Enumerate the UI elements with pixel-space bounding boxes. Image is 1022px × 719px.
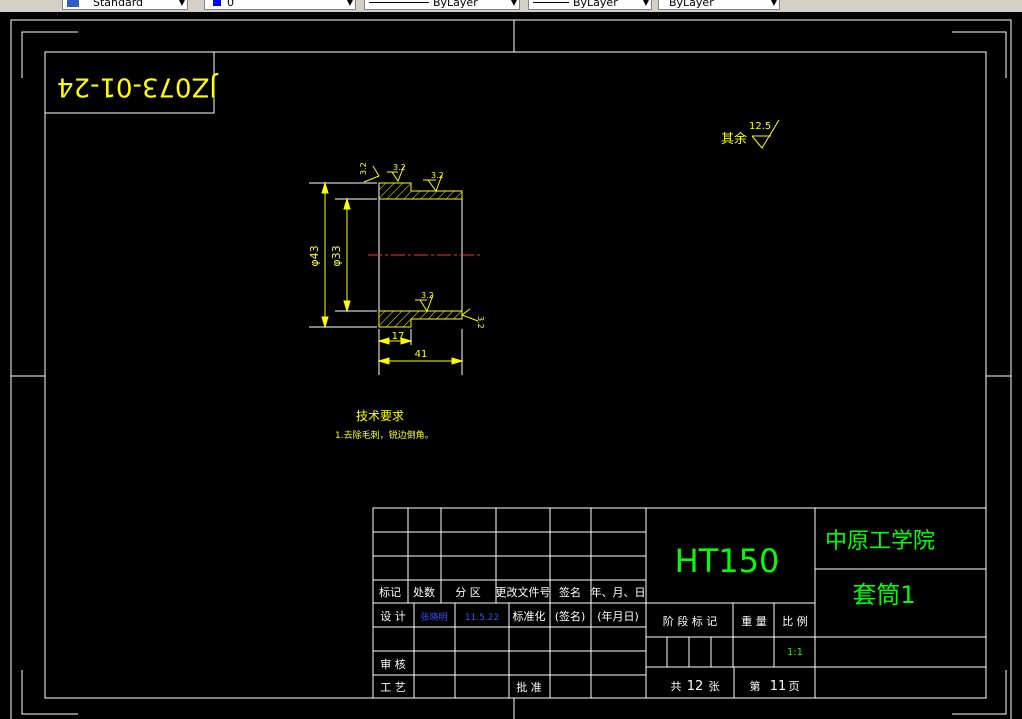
chevron-down-icon: ▼ <box>178 0 185 7</box>
stamp-text: JZ073-01-24 <box>57 72 219 102</box>
layer-color-icon <box>213 0 221 6</box>
roughness-top-right: 3.2 <box>431 171 444 180</box>
part-name: 套筒1 <box>852 581 915 609</box>
color-value: ByLayer <box>433 0 478 9</box>
layer-value: 0 <box>227 0 234 9</box>
hatch-top-wall <box>378 182 463 200</box>
toolbar: Standard ▼ 0 ▼ ByLayer ▼ ByLayer ▼ ByLay… <box>0 0 1022 12</box>
rev-header-mark: 标记 <box>379 585 401 599</box>
dim-outer-diameter: φ43 <box>308 245 321 266</box>
color-dropdown[interactable]: ByLayer ▼ <box>364 0 520 10</box>
linetype-dropdown[interactable]: ByLayer ▼ <box>528 0 652 10</box>
tech-req-title: 技术要求 <box>356 409 404 423</box>
color-swatch-line <box>369 2 429 3</box>
layer-dropdown[interactable]: 0 ▼ <box>204 0 356 10</box>
title-block-text: 标记 处数 分 区 更改文件号 签名 年、月、日 设 计 张晓明 11.5.22… <box>379 529 935 694</box>
page-number: 11 <box>770 679 787 694</box>
rev-header-sign: 签名 <box>559 585 581 599</box>
text-style-icon <box>67 0 79 7</box>
rev-header-zone: 分 区 <box>455 586 481 599</box>
chevron-down-icon: ▼ <box>770 0 777 7</box>
roughness-bottom: 3.2 <box>421 291 434 300</box>
scale-value: 1:1 <box>787 647 803 658</box>
linetype-value: ByLayer <box>573 0 618 9</box>
chevron-down-icon: ▼ <box>510 0 517 7</box>
roughness-other-label: 其余 <box>721 131 747 147</box>
total-label: 共 <box>671 680 682 693</box>
review-label: 审 核 <box>380 657 406 671</box>
design-label: 设 计 <box>380 610 406 623</box>
sheets-unit: 张 <box>709 680 720 693</box>
page-unit: 页 <box>789 680 800 693</box>
lineweight-dropdown[interactable]: ByLayer ▼ <box>658 0 780 10</box>
chevron-down-icon: ▼ <box>642 0 649 7</box>
text-style-value: Standard <box>93 0 144 9</box>
part-section-view: φ43 φ33 17 41 3.2 3.2 3.2 3.2 3.2 <box>308 162 485 375</box>
sign-label: (签名) <box>555 609 586 623</box>
standardize-label: 标准化 <box>513 609 546 623</box>
rev-header-date: 年、月、日 <box>591 585 646 599</box>
school-name: 中原工学院 <box>825 529 935 554</box>
chevron-down-icon: ▼ <box>346 0 353 7</box>
drawing-canvas[interactable]: JZ073-01-24 其余 12.5 φ43 φ33 17 41 3.2 3.… <box>0 12 1022 719</box>
scale-label: 比 例 <box>782 614 808 628</box>
technical-requirements: 技术要求 1.去除毛刺，锐边倒角。 <box>335 409 434 441</box>
hatch-bottom-wall <box>378 310 463 328</box>
text-style-dropdown[interactable]: Standard ▼ <box>62 0 188 10</box>
approve-label: 批 准 <box>516 680 542 694</box>
roughness-other-value: 12.5 <box>749 121 771 132</box>
material-text: HT150 <box>675 542 780 580</box>
designer-name: 张晓明 <box>420 611 447 623</box>
rev-header-count: 处数 <box>413 586 435 599</box>
design-date: 11.5.22 <box>465 613 499 623</box>
roughness-other: 其余 12.5 <box>721 119 780 149</box>
drawing-number-stamp: JZ073-01-24 <box>44 51 219 114</box>
rev-header-doc: 更改文件号 <box>496 585 551 599</box>
dim-total-length: 41 <box>415 349 428 360</box>
total-sheets: 12 <box>687 679 704 694</box>
roughness-top-left: 3.2 <box>393 163 406 172</box>
dim-inner-diameter: φ33 <box>330 245 343 266</box>
stage-label: 阶 段 标 记 <box>663 614 718 628</box>
process-label: 工 艺 <box>380 681 406 694</box>
date-label: (年月日) <box>597 609 639 623</box>
linetype-swatch-line <box>533 2 569 3</box>
page-label: 第 <box>750 679 761 693</box>
lineweight-value: ByLayer <box>669 0 714 9</box>
roughness-left-end: 3.2 <box>359 162 368 175</box>
roughness-right-end: 3.2 <box>476 316 485 329</box>
sheet-frame <box>10 19 1012 719</box>
weight-label: 重 量 <box>741 614 767 628</box>
tech-req-item: 1.去除毛刺，锐边倒角。 <box>335 429 434 441</box>
dim-step-length: 17 <box>392 331 405 342</box>
